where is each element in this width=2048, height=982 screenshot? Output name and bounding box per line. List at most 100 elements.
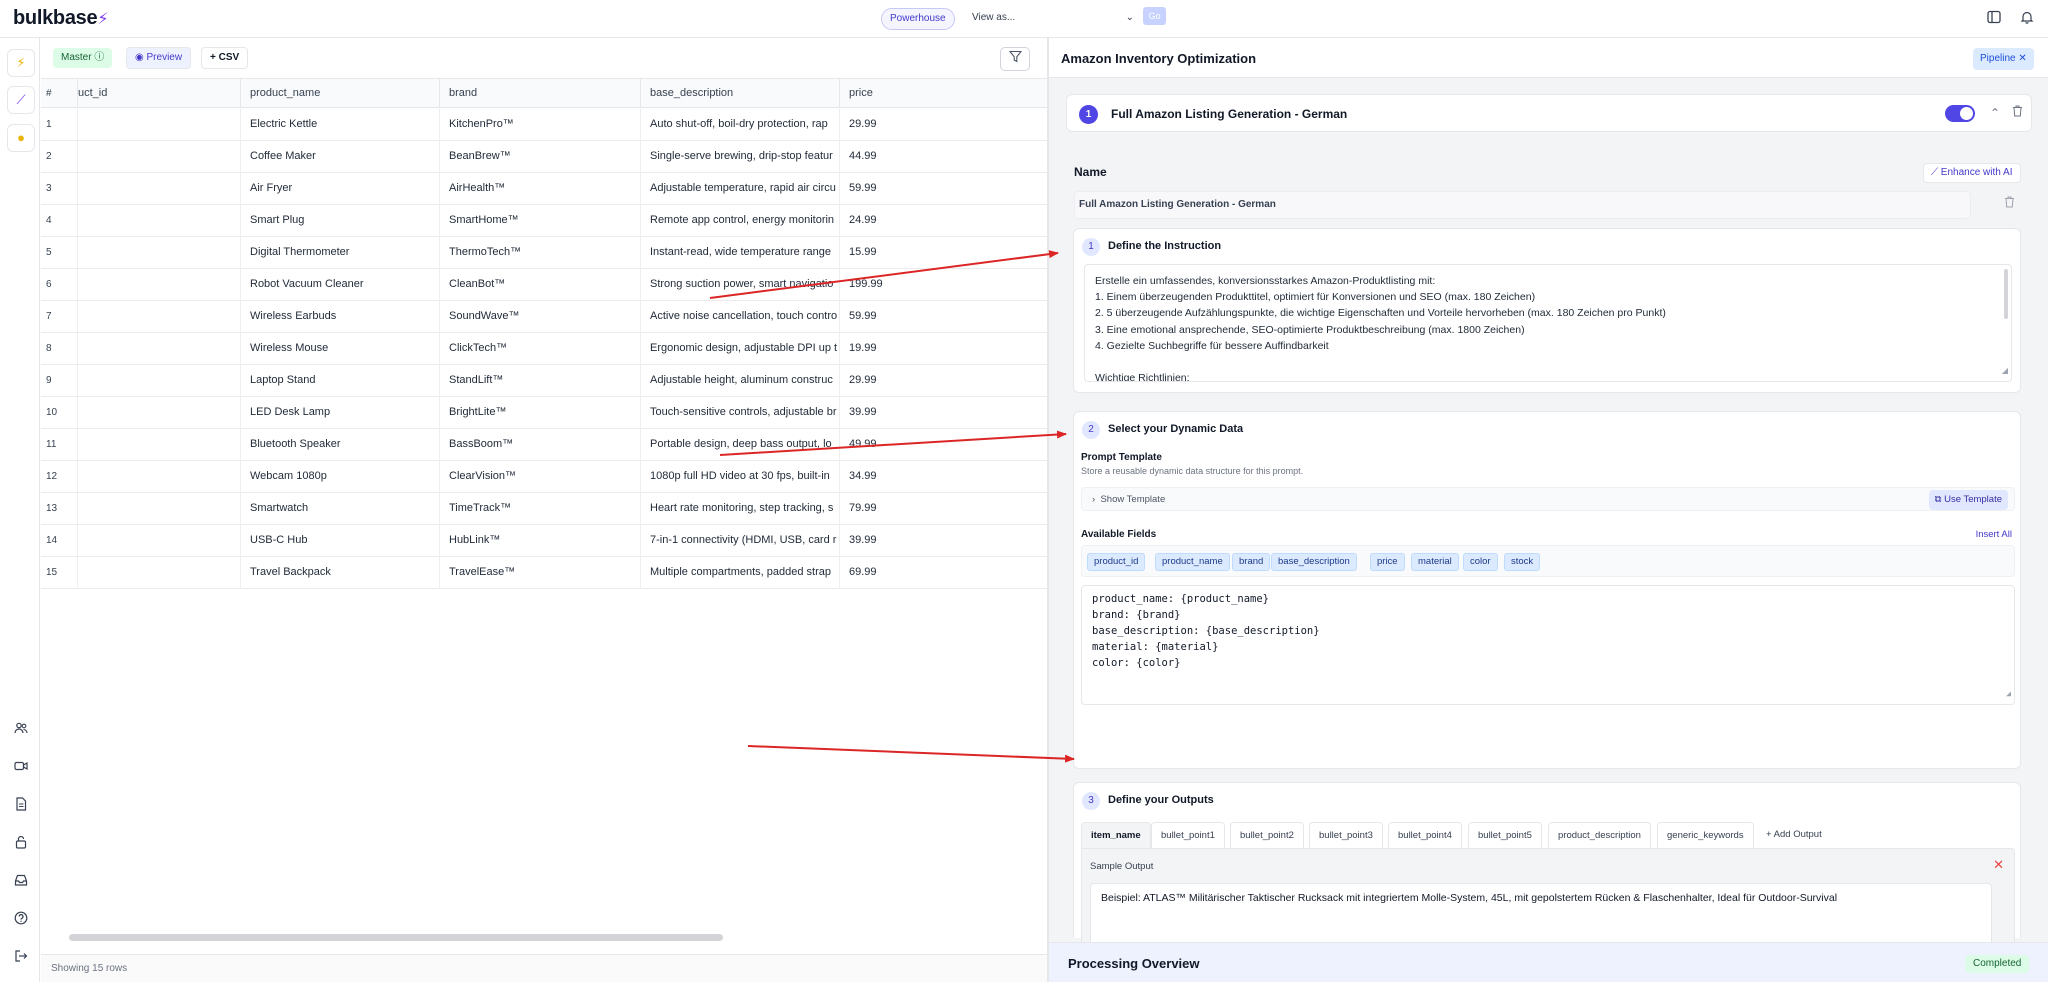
product-name-cell[interactable]: Robot Vacuum Cleaner (241, 269, 440, 301)
trash-icon[interactable] (2004, 196, 2015, 211)
use-template-button[interactable]: ⧉ Use Template (1928, 490, 2008, 510)
brand-cell[interactable]: TimeTrack™ (440, 493, 641, 525)
product-id-cell[interactable] (78, 141, 241, 173)
field-chip[interactable]: price (1370, 553, 1405, 571)
table-row[interactable]: 5 Digital Thermometer ThermoTech™ Instant-r… (41, 237, 1047, 269)
description-cell[interactable]: Ergonomic design, adjustable DPI up t (641, 333, 840, 365)
lock-icon[interactable] (8, 832, 34, 858)
step-enabled-toggle[interactable] (1945, 105, 1975, 122)
close-icon[interactable]: ✕ (1993, 857, 2004, 873)
row-index[interactable]: 10 (41, 397, 78, 429)
price-cell[interactable]: 59.99 (840, 173, 1047, 205)
close-icon[interactable]: ✕ (2018, 53, 2026, 64)
tab-bullet-point4[interactable]: bullet_point4 (1388, 822, 1462, 848)
description-cell[interactable]: Strong suction power, smart navigatio (641, 269, 840, 301)
brand-cell[interactable]: KitchenPro™ (440, 109, 641, 141)
row-index[interactable]: 3 (41, 173, 78, 205)
tab-product-description[interactable]: product_description (1548, 822, 1651, 848)
product-name-cell[interactable]: Bluetooth Speaker (241, 429, 440, 461)
product-id-cell[interactable] (78, 333, 241, 365)
field-chip[interactable]: product_name (1155, 553, 1230, 571)
tab-item-name[interactable]: item_name (1081, 822, 1151, 848)
row-index[interactable]: 14 (41, 525, 78, 557)
price-cell[interactable]: 39.99 (840, 525, 1047, 557)
product-name-cell[interactable]: USB-C Hub (241, 525, 440, 557)
description-cell[interactable]: 7-in-1 connectivity (HDMI, USB, card r (641, 525, 840, 557)
insert-all-link[interactable]: Insert All (1976, 529, 2012, 540)
brand-cell[interactable]: CleanBot™ (440, 269, 641, 301)
brand-cell[interactable]: BeanBrew™ (440, 141, 641, 173)
tab-bullet-point1[interactable]: bullet_point1 (1151, 822, 1225, 848)
table-row[interactable]: 12 Webcam 1080p ClearVision™ 1080p full HD … (41, 461, 1047, 493)
row-index[interactable]: 12 (41, 461, 78, 493)
product-name-cell[interactable]: Wireless Mouse (241, 333, 440, 365)
pipeline-button[interactable]: Pipeline ✕ (1973, 48, 2034, 70)
brand-cell[interactable]: SmartHome™ (440, 205, 641, 237)
product-name-cell[interactable]: Wireless Earbuds (241, 301, 440, 333)
column-header-product-id[interactable]: uct_id (78, 79, 241, 108)
field-chip[interactable]: base_description (1271, 553, 1357, 571)
brand-cell[interactable]: StandLift™ (440, 365, 641, 397)
row-index[interactable]: 2 (41, 141, 78, 173)
table-row[interactable]: 11 Bluetooth Speaker BassBoom™ Portable des… (41, 429, 1047, 461)
field-chip[interactable]: stock (1504, 553, 1541, 571)
tab-bullet-point2[interactable]: bullet_point2 (1230, 822, 1304, 848)
row-index[interactable]: 13 (41, 493, 78, 525)
document-icon[interactable] (8, 794, 34, 820)
product-id-cell[interactable] (78, 557, 241, 589)
row-index[interactable]: 7 (41, 301, 78, 333)
brand-cell[interactable]: BassBoom™ (440, 429, 641, 461)
row-index[interactable]: 5 (41, 237, 78, 269)
price-cell[interactable]: 199.99 (840, 269, 1047, 301)
logout-icon[interactable] (8, 946, 34, 972)
price-cell[interactable]: 34.99 (840, 461, 1047, 493)
pipeline-step-card[interactable]: 1 Full Amazon Listing Generation - Germa… (1066, 94, 2032, 132)
brand-cell[interactable]: ClearVision™ (440, 461, 641, 493)
field-chip[interactable]: material (1411, 553, 1459, 571)
template-editor[interactable]: product_name: {product_name} brand: {bra… (1081, 585, 2015, 705)
product-name-cell[interactable]: Smartwatch (241, 493, 440, 525)
product-id-cell[interactable] (78, 365, 241, 397)
description-cell[interactable]: Touch-sensitive controls, adjustable br (641, 397, 840, 429)
resize-handle-icon[interactable]: ◢ (2006, 686, 2011, 702)
description-cell[interactable]: Adjustable temperature, rapid air circu (641, 173, 840, 205)
resize-handle-icon[interactable]: ◢ (2002, 363, 2008, 379)
row-index[interactable]: 9 (41, 365, 78, 397)
brand-cell[interactable]: TravelEase™ (440, 557, 641, 589)
description-cell[interactable]: Adjustable height, aluminum construc (641, 365, 840, 397)
price-cell[interactable]: 79.99 (840, 493, 1047, 525)
price-cell[interactable]: 49.99 (840, 429, 1047, 461)
filter-button[interactable] (1000, 47, 1030, 71)
row-index[interactable]: 11 (41, 429, 78, 461)
product-name-cell[interactable]: Air Fryer (241, 173, 440, 205)
view-as-select[interactable]: View as... ⌄ (972, 8, 1134, 28)
chevron-up-icon[interactable]: ⌃ (1987, 105, 2003, 121)
product-id-cell[interactable] (78, 109, 241, 141)
table-row[interactable]: 8 Wireless Mouse ClickTech™ Ergonomic desig… (41, 333, 1047, 365)
product-name-cell[interactable]: Laptop Stand (241, 365, 440, 397)
add-output-button[interactable]: + Add Output (1757, 822, 1831, 848)
horizontal-scrollbar[interactable] (69, 934, 723, 941)
price-cell[interactable]: 29.99 (840, 109, 1047, 141)
product-id-cell[interactable] (78, 525, 241, 557)
product-id-cell[interactable] (78, 237, 241, 269)
inbox-icon[interactable] (8, 870, 34, 896)
product-id-cell[interactable] (78, 493, 241, 525)
product-name-cell[interactable]: Electric Kettle (241, 109, 440, 141)
table-row[interactable]: 4 Smart Plug SmartHome™ Remote app control,… (41, 205, 1047, 237)
product-name-cell[interactable]: Travel Backpack (241, 557, 440, 589)
lightbulb-icon[interactable]: ● (7, 124, 35, 152)
product-name-cell[interactable]: Smart Plug (241, 205, 440, 237)
logo[interactable]: bulkbase⚡ (13, 7, 109, 30)
product-name-cell[interactable]: LED Desk Lamp (241, 397, 440, 429)
description-cell[interactable]: Active noise cancellation, touch contro (641, 301, 840, 333)
help-icon[interactable] (8, 908, 34, 934)
price-cell[interactable]: 24.99 (840, 205, 1047, 237)
table-row[interactable]: 3 Air Fryer AirHealth™ Adjustable temperatu… (41, 173, 1047, 205)
product-id-cell[interactable] (78, 301, 241, 333)
description-cell[interactable]: Remote app control, energy monitorin (641, 205, 840, 237)
show-template-toggle[interactable]: › Show Template (1092, 494, 1165, 505)
description-cell[interactable]: Portable design, deep bass output, lo (641, 429, 840, 461)
field-chip[interactable]: product_id (1087, 553, 1146, 571)
brand-cell[interactable]: BrightLite™ (440, 397, 641, 429)
